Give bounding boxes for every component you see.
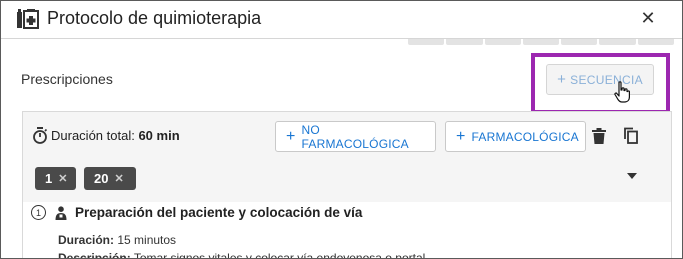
tab-stub [637, 39, 674, 45]
plus-icon: + [456, 127, 466, 145]
dialog-header: Protocolo de quimioterapia ✕ [1, 1, 682, 39]
filter-chip-label: 1 [45, 171, 53, 186]
tab-stub [446, 39, 483, 45]
step-number: 1 [31, 205, 46, 220]
add-pharmacological-label: FARMACOLÓGICA [471, 129, 579, 144]
total-duration-label: Duración total: [51, 128, 135, 143]
step-duration-label: Duración: [58, 233, 115, 247]
tab-stub [561, 39, 598, 45]
hand-cursor-icon [614, 81, 630, 103]
remove-chip-icon[interactable]: ✕ [58, 172, 67, 185]
remove-chip-icon[interactable]: ✕ [114, 172, 123, 185]
plus-icon: + [557, 71, 567, 88]
filter-chip[interactable]: 1 ✕ [35, 167, 76, 190]
timer-icon [33, 127, 48, 144]
close-icon[interactable]: ✕ [637, 7, 659, 29]
step-description-value: Tomar signos vitales y colocar vía endov… [133, 251, 426, 259]
total-duration-value: 60 min [138, 128, 180, 143]
step-duration-value: 15 minutos [117, 233, 177, 247]
dialog: Protocolo de quimioterapia ✕ Prescripcio… [0, 0, 683, 259]
chevron-down-icon[interactable] [627, 173, 637, 179]
copy-icon[interactable] [622, 127, 638, 144]
filter-chip[interactable]: 20 ✕ [84, 167, 136, 190]
tab-stub [408, 39, 445, 45]
dialog-title: Protocolo de quimioterapia [47, 8, 262, 28]
add-pharmacological-button[interactable]: + FARMACOLÓGICA [445, 121, 586, 152]
add-non-pharmacological-label: NO FARMACOLÓGICA [301, 122, 409, 151]
prescription-card: Duración total: 60 min + NO FARMACOLÓGIC… [22, 111, 672, 259]
filter-chip-label: 20 [94, 171, 109, 186]
plus-icon: + [286, 127, 296, 145]
step-description-label: Descripción: [58, 251, 131, 259]
prescriptions-label: Prescripciones [21, 71, 113, 87]
total-duration: Duración total: 60 min [51, 128, 180, 143]
patient-icon [55, 206, 67, 220]
add-sequence-button[interactable]: + SECUENCIA [546, 64, 654, 95]
header-tab-strip [408, 39, 674, 45]
medication-icon [17, 9, 39, 29]
add-sequence-label: SECUENCIA [570, 72, 643, 87]
step-description: Descripción: Tomar signos vitales y colo… [58, 251, 426, 259]
tab-stub [599, 39, 636, 45]
tab-stub [484, 39, 521, 45]
step-title: Preparación del paciente y colocación de… [75, 205, 363, 220]
step-duration: Duración: 15 minutos [58, 233, 176, 247]
trash-icon[interactable] [592, 128, 606, 144]
tab-stub [522, 39, 560, 45]
add-non-pharmacological-button[interactable]: + NO FARMACOLÓGICA [275, 121, 436, 152]
